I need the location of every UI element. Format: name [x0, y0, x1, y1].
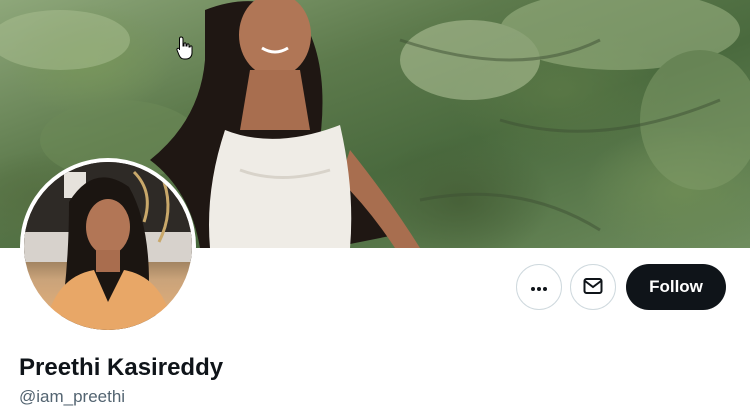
envelope-icon: [583, 277, 603, 298]
more-options-button[interactable]: [516, 264, 562, 310]
profile-photo: [24, 162, 192, 330]
avatar[interactable]: [20, 158, 196, 334]
hand-cursor-icon: [176, 36, 194, 65]
profile-handle: @iam_preethi: [19, 387, 126, 406]
follow-button[interactable]: Follow: [626, 264, 726, 310]
profile-display-name: Preethi Kasireddy: [19, 354, 224, 381]
ellipsis-icon: [530, 280, 548, 295]
message-button[interactable]: [570, 264, 616, 310]
